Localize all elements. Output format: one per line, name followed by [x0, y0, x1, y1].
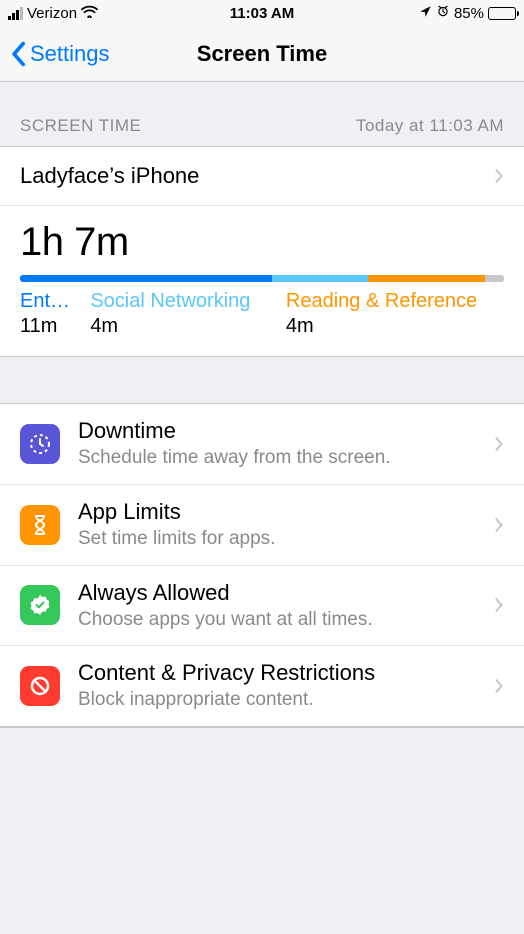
option-downtime[interactable]: DowntimeSchedule time away from the scre…: [0, 404, 524, 485]
category-item: Ent…11m: [20, 290, 80, 338]
chevron-right-icon: [494, 516, 504, 534]
device-name: Ladyface’s iPhone: [20, 163, 494, 189]
nav-header: Settings Screen Time: [0, 26, 524, 82]
footer-gap: [0, 727, 524, 767]
option-subtitle: Choose apps you want at all times.: [78, 608, 494, 632]
usage-categories: Ent…11mSocial Networking4mReading & Refe…: [20, 290, 504, 338]
section-label: SCREEN TIME: [20, 116, 141, 136]
total-time: 1h 7m: [20, 220, 504, 265]
category-value: 4m: [286, 315, 504, 338]
section-timestamp: Today at 11:03 AM: [356, 116, 504, 136]
bar-segment-other: [485, 275, 504, 282]
device-row[interactable]: Ladyface’s iPhone: [0, 147, 524, 206]
option-title: Always Allowed: [78, 580, 494, 606]
nosign-icon: [20, 666, 60, 706]
chevron-right-icon: [494, 435, 504, 453]
chevron-right-icon: [494, 677, 504, 695]
category-item: Reading & Reference4m: [286, 290, 504, 338]
status-bar: Verizon 11:03 AM 85%: [0, 0, 524, 26]
option-subtitle: Block inappropriate content.: [78, 688, 494, 712]
category-name: Social Networking: [90, 290, 276, 313]
option-app-limits[interactable]: App LimitsSet time limits for apps.: [0, 485, 524, 566]
option-always-allowed[interactable]: Always AllowedChoose apps you want at al…: [0, 566, 524, 647]
option-title: Content & Privacy Restrictions: [78, 660, 494, 686]
bar-segment: [272, 275, 369, 282]
option-subtitle: Set time limits for apps.: [78, 527, 494, 551]
usage-group: Ladyface’s iPhone 1h 7m Ent…11mSocial Ne…: [0, 146, 524, 357]
usage-block[interactable]: 1h 7m Ent…11mSocial Networking4mReading …: [0, 206, 524, 356]
category-value: 4m: [90, 315, 276, 338]
option-title: Downtime: [78, 418, 494, 444]
category-name: Ent…: [20, 290, 80, 313]
option-content-privacy[interactable]: Content & Privacy RestrictionsBlock inap…: [0, 646, 524, 726]
hourglass-icon: [20, 505, 60, 545]
category-item: Social Networking4m: [90, 290, 276, 338]
option-text: Always AllowedChoose apps you want at al…: [78, 580, 494, 632]
category-name: Reading & Reference: [286, 290, 504, 313]
checkbadge-icon: [20, 585, 60, 625]
group-gap: [0, 357, 524, 403]
downtime-icon: [20, 424, 60, 464]
option-text: App LimitsSet time limits for apps.: [78, 499, 494, 551]
option-title: App Limits: [78, 499, 494, 525]
option-subtitle: Schedule time away from the screen.: [78, 446, 494, 470]
options-group: DowntimeSchedule time away from the scre…: [0, 403, 524, 727]
option-text: Content & Privacy RestrictionsBlock inap…: [78, 660, 494, 712]
bar-segment: [368, 275, 484, 282]
status-time: 11:03 AM: [0, 5, 524, 22]
option-text: DowntimeSchedule time away from the scre…: [78, 418, 494, 470]
section-header: SCREEN TIME Today at 11:03 AM: [0, 82, 524, 146]
battery-icon: [488, 7, 516, 20]
page-title: Screen Time: [0, 41, 524, 67]
chevron-right-icon: [494, 167, 504, 185]
usage-bar: [20, 275, 504, 282]
chevron-right-icon: [494, 596, 504, 614]
bar-segment: [20, 275, 272, 282]
category-value: 11m: [20, 315, 80, 338]
